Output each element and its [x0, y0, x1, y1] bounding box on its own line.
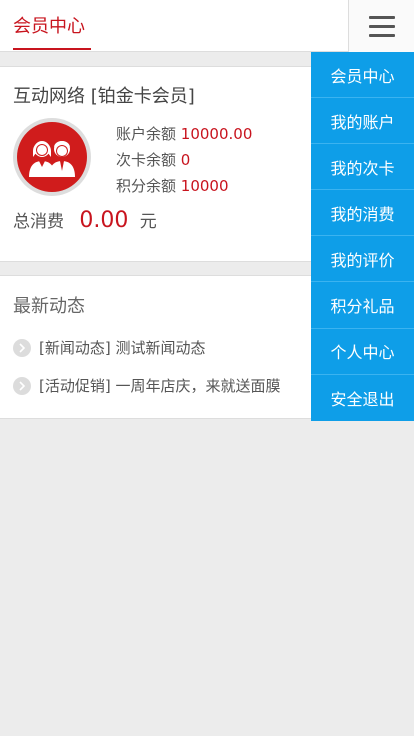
- total-spend-amount: 0.00: [79, 208, 129, 233]
- total-spend: 总消费 0.00 元: [13, 207, 157, 233]
- app-header: 会员中心: [0, 0, 414, 52]
- card-balance-row: 次卡余额 0: [116, 147, 252, 173]
- news-item-text: [新闻动态] 测试新闻动态: [39, 339, 206, 357]
- points-balance-label: 积分余额: [116, 177, 177, 195]
- total-spend-unit: 元: [139, 212, 157, 232]
- side-menu: 会员中心 我的账户 我的次卡 我的消费 我的评价 积分礼品 个人中心 安全退出: [311, 52, 414, 421]
- account-balance-label: 账户余额: [116, 125, 177, 143]
- users-icon: [17, 122, 87, 192]
- card-balance-value: 0: [180, 151, 191, 169]
- balance-list: 账户余额 10000.00 次卡余额 0 积分余额 10000: [116, 121, 252, 199]
- chevron-right-icon: [13, 338, 31, 357]
- menu-item-my-reviews[interactable]: 我的评价: [311, 236, 414, 283]
- menu-item-personal-center[interactable]: 个人中心: [311, 329, 414, 375]
- card-balance-label: 次卡余额: [116, 151, 177, 169]
- news-item[interactable]: [活动促销] 一周年店庆，来就送面膜: [13, 375, 280, 396]
- news-heading: 最新动态: [13, 296, 85, 317]
- page-title[interactable]: 会员中心: [13, 0, 91, 50]
- chevron-right-icon: [13, 376, 31, 395]
- points-balance-value: 10000: [180, 177, 229, 195]
- news-item[interactable]: [新闻动态] 测试新闻动态: [13, 337, 205, 358]
- avatar: [13, 118, 91, 196]
- account-balance-row: 账户余额 10000.00: [116, 121, 252, 147]
- account-balance-value: 10000.00: [180, 125, 253, 143]
- hamburger-icon[interactable]: [348, 0, 414, 52]
- news-item-text: [活动促销] 一周年店庆，来就送面膜: [39, 377, 281, 395]
- menu-item-my-account[interactable]: 我的账户: [311, 98, 414, 145]
- total-spend-label: 总消费: [13, 212, 64, 232]
- menu-item-my-card[interactable]: 我的次卡: [311, 144, 414, 191]
- menu-item-my-consumption[interactable]: 我的消费: [311, 190, 414, 237]
- menu-item-logout[interactable]: 安全退出: [311, 375, 414, 421]
- menu-item-member-center[interactable]: 会员中心: [311, 52, 414, 99]
- member-name: 互动网络 [铂金卡会员]: [13, 86, 195, 107]
- menu-item-points-gifts[interactable]: 积分礼品: [311, 282, 414, 329]
- points-balance-row: 积分余额 10000: [116, 173, 252, 199]
